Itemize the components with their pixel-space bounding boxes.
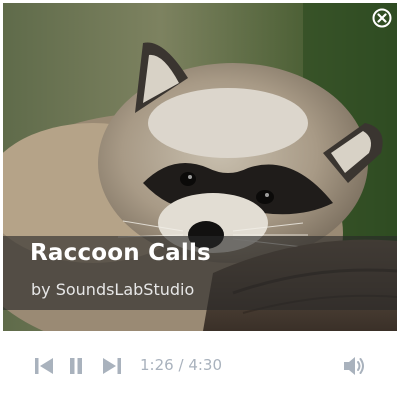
track-artist: by SoundsLabStudio: [31, 280, 195, 299]
current-time: 1:26: [140, 356, 174, 374]
time-separator: /: [178, 356, 184, 374]
pause-icon: [70, 358, 82, 374]
time-display: 1:26 / 4:30: [140, 356, 222, 374]
pause-button[interactable]: [66, 348, 86, 384]
duration: 4:30: [188, 356, 222, 374]
skip-next-icon: [103, 358, 121, 374]
close-circle-icon: [372, 8, 392, 28]
player-controls: 1:26 / 4:30: [0, 348, 400, 384]
previous-button[interactable]: [32, 348, 56, 384]
audio-player-card: Raccoon Calls by SoundsLabStudio 1:26 / …: [0, 0, 400, 400]
close-button[interactable]: [372, 8, 392, 28]
track-title: Raccoon Calls: [30, 240, 211, 266]
volume-button[interactable]: [340, 348, 368, 384]
skip-previous-icon: [35, 358, 53, 374]
next-button[interactable]: [100, 348, 124, 384]
volume-icon: [344, 357, 364, 375]
